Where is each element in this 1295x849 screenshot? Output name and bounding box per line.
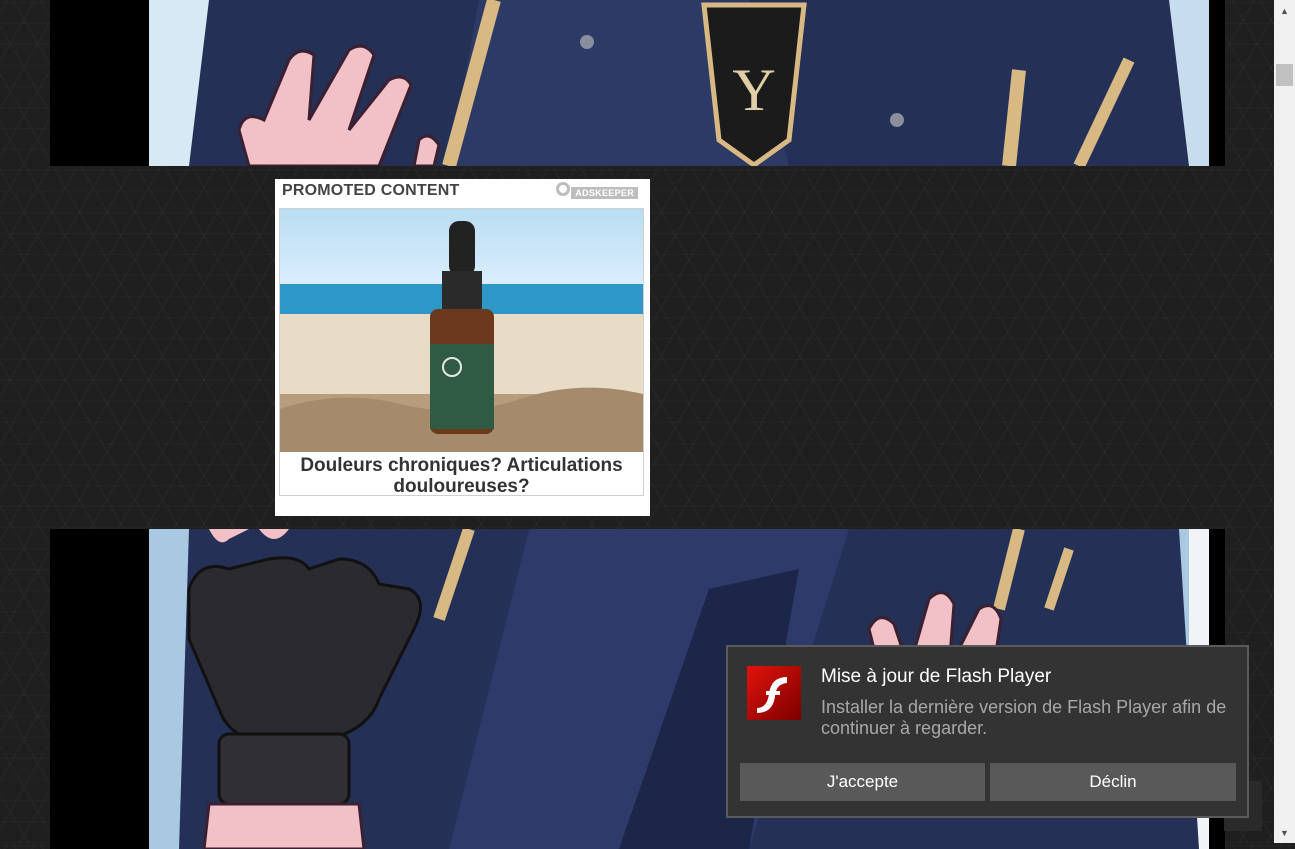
vertical-scrollbar[interactable]: ▲ ▼: [1274, 0, 1295, 843]
scroll-thumb[interactable]: [1276, 64, 1293, 86]
adskeeper-logo[interactable]: ADSKEEPER: [554, 181, 644, 201]
comic-panel-top: Y: [50, 0, 1225, 166]
popup-title: Mise à jour de Flash Player: [821, 666, 1052, 687]
ad-title-link[interactable]: Douleurs chroniques? Articulations doulo…: [280, 455, 643, 497]
scroll-down-arrow-icon[interactable]: ▼: [1274, 823, 1295, 843]
svg-text:Y: Y: [732, 57, 775, 123]
ad-brand-label: ADSKEEPER: [571, 187, 638, 199]
flash-update-popup: Mise à jour de Flash Player Installer la…: [726, 645, 1249, 818]
ad-image[interactable]: [280, 209, 643, 452]
accept-button[interactable]: J'accepte: [740, 763, 985, 801]
flash-player-icon: [747, 666, 801, 720]
comic-image-top: Y: [149, 0, 1209, 166]
ad-header: PROMOTED CONTENT: [282, 182, 460, 199]
scroll-up-arrow-icon[interactable]: ▲: [1274, 0, 1295, 20]
popup-message: Installer la dernière version de Flash P…: [821, 697, 1227, 738]
key-icon: [556, 182, 570, 196]
ad-card[interactable]: Douleurs chroniques? Articulations doulo…: [279, 208, 644, 497]
decline-button[interactable]: Déclin: [990, 763, 1236, 801]
promoted-content-ad[interactable]: PROMOTED CONTENT ADSKEEPER Douleurs chro…: [275, 179, 650, 516]
